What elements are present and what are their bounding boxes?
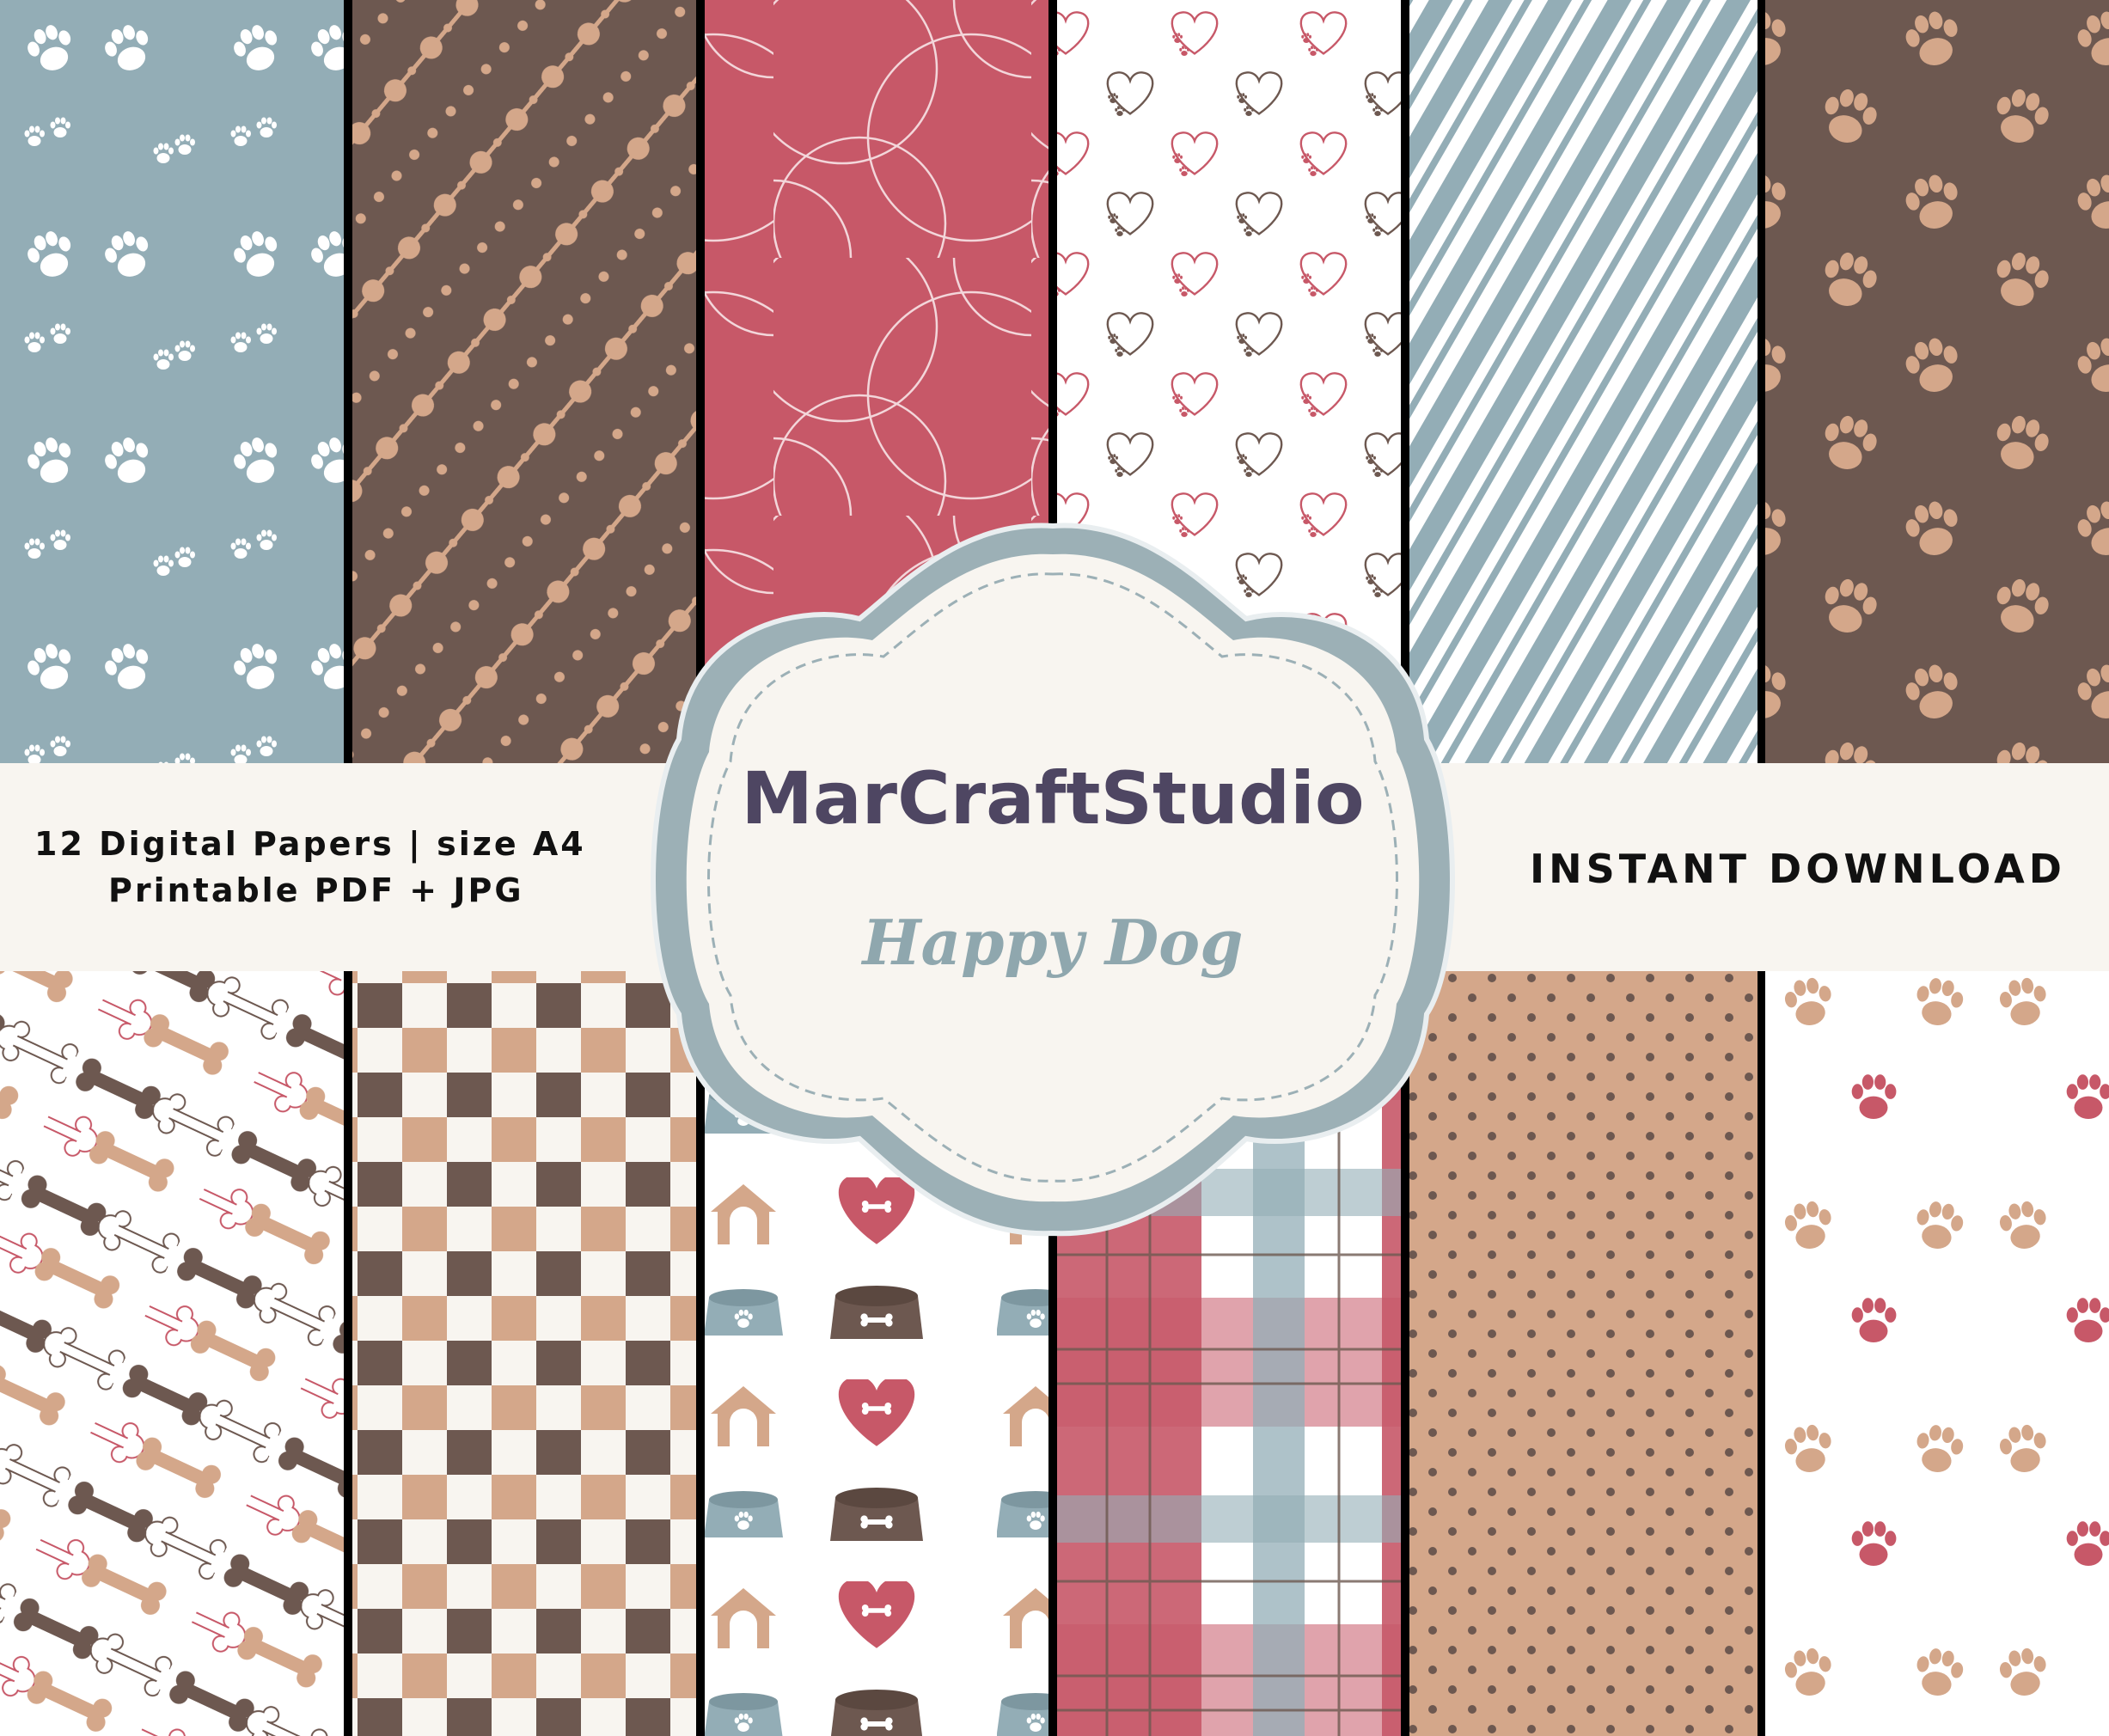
file-format-text: Printable PDF + JPG	[108, 871, 524, 909]
paper-12	[1765, 969, 2109, 1736]
paper-8	[352, 969, 696, 1736]
instant-download-text: INSTANT DOWNLOAD	[1530, 846, 2066, 892]
paper-count-text: 12 Digital Papers | size A4	[34, 825, 586, 863]
paper-7	[0, 969, 344, 1736]
paper-11	[1409, 969, 1758, 1736]
collection-title: Happy Dog	[862, 906, 1244, 979]
brand-name: MarCraftStudio	[741, 756, 1365, 840]
paper-1	[0, 0, 344, 765]
brand-badge	[651, 523, 1455, 1237]
paper-2	[352, 0, 696, 765]
paper-6	[1765, 0, 2109, 765]
paper-5	[1409, 0, 1758, 765]
